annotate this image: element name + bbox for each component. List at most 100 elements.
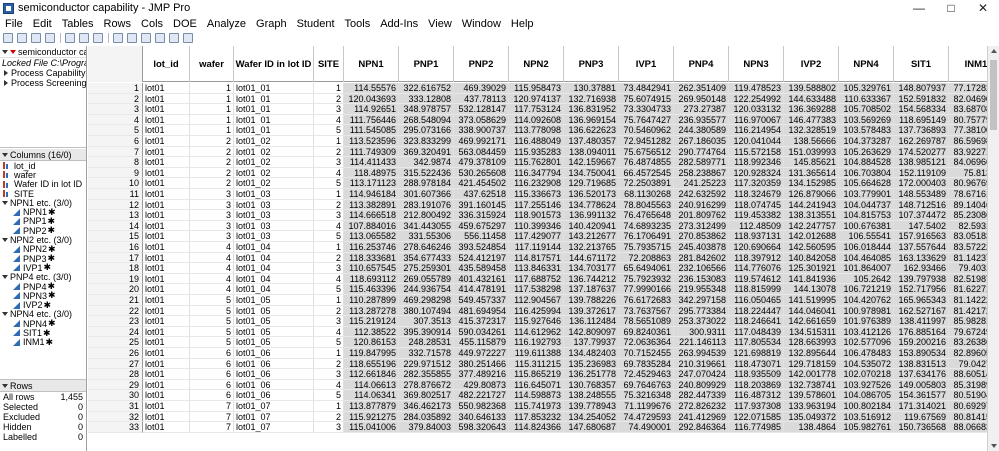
table-cell[interactable]: 119.847995	[344, 348, 399, 359]
table-cell[interactable]: lot01_06	[234, 348, 314, 359]
table-row[interactable]: 2 lot01 1 lot01_01 2 120.043693 333.12808 437.7…	[88, 93, 987, 105]
column-header-pnp2[interactable]: PNP2	[454, 46, 509, 82]
table-cell[interactable]: 263.994539	[674, 348, 729, 359]
table-cell[interactable]: 118.397912	[729, 252, 784, 264]
table-cell[interactable]: 5	[314, 125, 344, 136]
table-cell[interactable]: 221.146113	[674, 337, 729, 348]
table-cell[interactable]: 119.453382	[729, 210, 784, 221]
menu-file[interactable]: File	[0, 18, 28, 30]
table-cell[interactable]: 130.37881	[564, 83, 619, 94]
table-cell[interactable]: 85.3198961	[949, 379, 987, 391]
table-cell[interactable]: 338.900737	[454, 125, 509, 136]
table-cell[interactable]: 75.81303	[949, 167, 987, 179]
group-icon[interactable]	[2, 312, 8, 317]
row-number[interactable]: 14	[88, 220, 143, 232]
table-row[interactable]: 18 lot01 4 lot01_04 3 110.657545 275.259301 435…	[88, 263, 987, 274]
table-cell[interactable]: 391.160145	[454, 199, 509, 211]
group-icon[interactable]	[2, 275, 8, 280]
table-cell[interactable]: 117.805534	[729, 337, 784, 348]
row-number[interactable]: 4	[88, 114, 143, 126]
table-cell[interactable]: 278.876672	[399, 379, 454, 391]
table-cell[interactable]: 136.744212	[564, 273, 619, 285]
table-cell[interactable]: 154.361577	[894, 390, 949, 401]
table-cell[interactable]: 88.0668361	[949, 422, 987, 433]
table-cell[interactable]: 6	[190, 379, 234, 391]
table-cell[interactable]: 2	[314, 252, 344, 264]
table-cell[interactable]: 1	[314, 401, 344, 412]
table-cell[interactable]: 111.756446	[344, 114, 399, 126]
column-item[interactable]: NPN2 ✱	[0, 244, 86, 254]
table-cell[interactable]: 103.927526	[839, 379, 894, 391]
table-cell[interactable]: 115.741973	[509, 401, 564, 412]
table-cell[interactable]: 165.965343	[894, 295, 949, 306]
table-cell[interactable]: 3	[314, 316, 344, 327]
table-row[interactable]: 14 lot01 3 lot01_03 4 107.884016 341.443055 459…	[88, 220, 987, 232]
table-cell[interactable]: 5	[190, 316, 234, 327]
table-cell[interactable]: 7	[190, 422, 234, 433]
menu-tables[interactable]: Tables	[57, 18, 99, 30]
table-cell[interactable]: 240.809929	[674, 379, 729, 391]
row-number[interactable]: 12	[88, 199, 143, 211]
table-cell[interactable]: 83.2638602	[949, 337, 987, 348]
table-cell[interactable]: 138.985121	[894, 157, 949, 168]
table-cell[interactable]: 117.688752	[509, 273, 564, 285]
table-cell[interactable]: 101.976389	[839, 316, 894, 327]
table-cell[interactable]: 455.115879	[454, 337, 509, 348]
journal-icon[interactable]	[127, 32, 137, 43]
table-cell[interactable]: 65.6494061	[619, 263, 674, 274]
table-cell[interactable]: 117.853232	[509, 411, 564, 423]
menu-view[interactable]: View	[423, 18, 457, 30]
menu-addins[interactable]: Add-Ins	[375, 18, 423, 30]
table-cell[interactable]: 144.241943	[784, 199, 839, 211]
table-cell[interactable]: 301.607366	[399, 189, 454, 200]
table-cell[interactable]: 377.489216	[454, 369, 509, 380]
table-row[interactable]: 22 lot01 5 lot01_05 2 113.287278 380.107494 481…	[88, 305, 987, 317]
table-cell[interactable]: lot01_02	[234, 136, 314, 147]
table-cell[interactable]: 134.254052	[564, 411, 619, 423]
table-cell[interactable]: 550.982368	[454, 401, 509, 412]
table-cell[interactable]: lot01	[143, 411, 190, 423]
open-icon[interactable]	[17, 32, 27, 43]
table-cell[interactable]: 83.5722241	[949, 242, 987, 253]
table-cell[interactable]: 236.153083	[674, 273, 729, 285]
table-cell[interactable]: 85.9828122	[949, 316, 987, 327]
column-header-ivp1[interactable]: IVP1	[619, 46, 674, 82]
table-cell[interactable]: lot01	[143, 326, 190, 338]
cut-icon[interactable]	[65, 32, 75, 43]
column-header-npn4[interactable]: NPN4	[839, 46, 894, 82]
table-row[interactable]: 13 lot01 3 lot01_03 3 114.666518 212.800492 336…	[88, 210, 987, 221]
row-number[interactable]: 29	[88, 379, 143, 391]
table-row[interactable]: 4 lot01 1 lot01_01 4 111.756446 268.548094 373.…	[88, 114, 987, 126]
table-cell[interactable]: 103.779901	[839, 189, 894, 200]
table-cell[interactable]: lot01	[143, 93, 190, 105]
table-cell[interactable]: lot01	[143, 146, 190, 158]
table-cell[interactable]: lot01_02	[234, 157, 314, 168]
table-cell[interactable]: 1	[190, 83, 234, 94]
column-item[interactable]: SITE	[0, 189, 86, 199]
table-cell[interactable]: 110.399346	[509, 220, 564, 232]
table-cell[interactable]: lot01	[143, 104, 190, 115]
table-cell[interactable]: 114.824366	[509, 422, 564, 433]
table-cell[interactable]: 1	[314, 242, 344, 253]
table-cell[interactable]: 242.632592	[674, 189, 729, 200]
table-cell[interactable]: 122.071585	[729, 411, 784, 423]
table-cell[interactable]: 117.429077	[509, 231, 564, 242]
table-cell[interactable]: 138.248555	[564, 390, 619, 401]
column-item[interactable]: IVP2 ✱	[0, 300, 86, 310]
row-number[interactable]: 6	[88, 136, 143, 147]
column-header-npn2[interactable]: NPN2	[509, 46, 564, 82]
table-cell[interactable]: 143.212677	[564, 231, 619, 242]
table-cell[interactable]: 79.403138	[949, 263, 987, 274]
table-cell[interactable]: 393.524854	[454, 242, 509, 253]
table-cell[interactable]: 3	[314, 157, 344, 168]
new-icon[interactable]	[3, 32, 13, 43]
table-cell[interactable]: 172.000403	[894, 178, 949, 189]
table-cell[interactable]: 152.119109	[894, 167, 949, 179]
table-cell[interactable]: 162.269787	[894, 136, 949, 147]
table-cell[interactable]: lot01	[143, 401, 190, 412]
table-row[interactable]: 26 lot01 6 lot01_06 1 119.847995 332.71578 449.…	[88, 348, 987, 359]
table-cell[interactable]: 117.119144	[509, 242, 564, 253]
table-cell[interactable]: 137.557644	[894, 242, 949, 253]
table-cell[interactable]: lot01_01	[234, 104, 314, 115]
table-cell[interactable]: 117.320359	[729, 178, 784, 189]
